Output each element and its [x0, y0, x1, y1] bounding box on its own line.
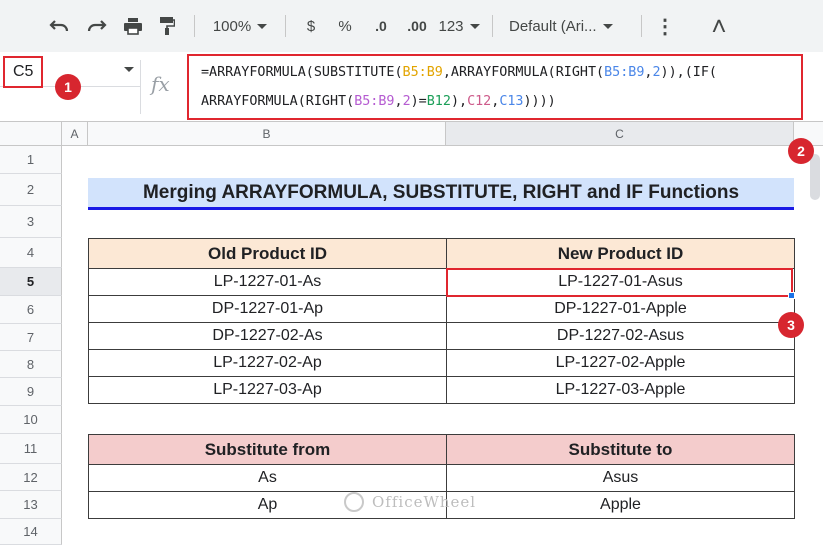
- row-header[interactable]: 7: [0, 324, 62, 351]
- formula-range-ref: B12: [426, 94, 451, 109]
- row-header[interactable]: 8: [0, 351, 62, 378]
- substitute-from-cell[interactable]: As: [88, 464, 447, 492]
- row-header[interactable]: 3: [0, 206, 62, 238]
- row-header[interactable]: 6: [0, 296, 62, 324]
- toolbar-divider: [194, 15, 195, 37]
- paint-format-icon[interactable]: [150, 9, 184, 43]
- new-id-cell[interactable]: LP-1227-02-Apple: [446, 349, 795, 377]
- new-id-cell[interactable]: DP-1227-01-Apple: [446, 295, 795, 323]
- callout-badge-1: 1: [55, 74, 81, 100]
- collapse-toolbar-icon[interactable]: ˄: [694, 9, 744, 43]
- table-row: LP-1227-03-Ap LP-1227-03-Apple: [88, 376, 795, 404]
- toolbar: 100% $ % .0 .00 123 Default (Ari... ⋮ ˄: [0, 0, 823, 52]
- table-row: As Asus: [88, 464, 795, 492]
- formula-range-ref: B5:B9: [354, 94, 395, 109]
- old-id-cell[interactable]: DP-1227-01-Ap: [88, 295, 447, 323]
- select-all-corner[interactable]: [0, 122, 62, 146]
- formula-line-2: ARRAYFORMULA(RIGHT(B5:B9,2)=B12),C12,C13…: [201, 87, 801, 116]
- header-substitute-from[interactable]: Substitute from: [88, 434, 447, 465]
- table-row: DP-1227-01-Ap DP-1227-01-Apple: [88, 295, 795, 323]
- formula-token: )),(IF(: [660, 65, 717, 80]
- watermark-text: OfficeWheel: [372, 493, 477, 511]
- increase-decimal-button[interactable]: .00: [398, 9, 436, 43]
- watermark-logo-icon: [344, 492, 364, 512]
- formula-line-1: =ARRAYFORMULA(SUBSTITUTE(B5:B9,ARRAYFORM…: [201, 58, 801, 87]
- column-header-b[interactable]: B: [88, 122, 446, 146]
- row-header[interactable]: 5: [0, 268, 62, 296]
- new-id-cell[interactable]: LP-1227-03-Apple: [446, 376, 795, 404]
- new-id-cell[interactable]: DP-1227-02-Asus: [446, 322, 795, 350]
- fx-icon: fx: [151, 72, 170, 96]
- row-header[interactable]: 1: [0, 146, 62, 174]
- toolbar-divider: [492, 15, 493, 37]
- print-icon[interactable]: [116, 9, 150, 43]
- formula-token: ),: [450, 94, 468, 109]
- active-cell-highlight: [446, 268, 793, 297]
- formula-range-ref: B5:B9: [402, 65, 443, 80]
- old-id-cell[interactable]: LP-1227-01-As: [88, 268, 447, 296]
- row-header[interactable]: 2: [0, 174, 62, 206]
- sheet-title[interactable]: Merging ARRAYFORMULA, SUBSTITUTE, RIGHT …: [88, 178, 794, 210]
- table-row: LP-1227-02-Ap LP-1227-02-Apple: [88, 349, 795, 377]
- formula-input[interactable]: =ARRAYFORMULA(SUBSTITUTE(B5:B9,ARRAYFORM…: [187, 54, 803, 120]
- toolbar-divider: [641, 15, 642, 37]
- decrease-decimal-button[interactable]: .0: [364, 9, 398, 43]
- more-icon[interactable]: ⋮: [650, 9, 680, 43]
- chevron-down-icon: [257, 23, 268, 29]
- column-header-c[interactable]: C: [446, 122, 794, 146]
- formula-range-ref: C12: [467, 94, 492, 109]
- percent-format-button[interactable]: %: [326, 9, 364, 43]
- row-header[interactable]: 4: [0, 238, 62, 268]
- formula-range-ref: B5:B9: [604, 65, 645, 80]
- number-format-select[interactable]: 123: [436, 9, 482, 43]
- formula-range-ref: C13: [499, 94, 524, 109]
- substitute-to-cell[interactable]: Asus: [446, 464, 795, 492]
- number-format-label: 123: [438, 17, 464, 35]
- formula-token: ARRAYFORMULA(RIGHT(: [201, 94, 355, 109]
- undo-icon[interactable]: [40, 9, 78, 43]
- header-new-product-id[interactable]: New Product ID: [446, 238, 795, 269]
- toolbar-divider: [285, 15, 286, 37]
- vertical-scrollbar[interactable]: [810, 154, 820, 200]
- currency-format-button[interactable]: $: [296, 9, 326, 43]
- callout-badge-2: 2: [788, 138, 814, 164]
- zoom-select[interactable]: 100%: [205, 9, 275, 43]
- row-header[interactable]: 9: [0, 378, 62, 406]
- formula-divider: [140, 60, 141, 114]
- formula-token: =ARRAYFORMULA(SUBSTITUTE(: [201, 65, 403, 80]
- table-row: DP-1227-02-As DP-1227-02-Asus: [88, 322, 795, 350]
- watermark: OfficeWheel: [344, 492, 476, 512]
- spreadsheet-grid[interactable]: A B C 1 2 3 4 5 6 7 8 9 10 11 12 13 14 M…: [0, 122, 823, 545]
- chevron-down-icon: [602, 23, 613, 29]
- font-family-select[interactable]: Default (Ari...: [503, 9, 633, 43]
- formula-token: )))): [523, 94, 556, 109]
- row-header[interactable]: 10: [0, 406, 62, 434]
- row-header[interactable]: 12: [0, 464, 62, 491]
- zoom-value: 100%: [212, 17, 252, 35]
- header-old-product-id[interactable]: Old Product ID: [88, 238, 447, 269]
- formula-token: ,ARRAYFORMULA(RIGHT(: [442, 65, 605, 80]
- chevron-down-icon[interactable]: [124, 67, 134, 72]
- formula-token: )=: [410, 94, 427, 109]
- row-header[interactable]: 13: [0, 491, 62, 519]
- column-header-a[interactable]: A: [62, 122, 88, 146]
- old-id-cell[interactable]: DP-1227-02-As: [88, 322, 447, 350]
- callout-badge-3: 3: [778, 312, 804, 338]
- product-id-table: Old Product ID New Product ID LP-1227-01…: [88, 238, 795, 404]
- formula-range-ref: 2: [652, 65, 661, 80]
- row-header[interactable]: 11: [0, 434, 62, 464]
- old-id-cell[interactable]: LP-1227-03-Ap: [88, 376, 447, 404]
- name-box-value[interactable]: C5: [3, 56, 43, 88]
- old-id-cell[interactable]: LP-1227-02-Ap: [88, 349, 447, 377]
- row-header[interactable]: 14: [0, 519, 62, 545]
- formula-range-ref: 2: [402, 94, 411, 109]
- substitute-to-cell[interactable]: Apple: [446, 491, 795, 519]
- font-family-value: Default (Ari...: [509, 17, 597, 35]
- formula-row: C5 fx =ARRAYFORMULA(SUBSTITUTE(B5:B9,ARR…: [0, 52, 823, 122]
- header-substitute-to[interactable]: Substitute to: [446, 434, 795, 465]
- redo-icon[interactable]: [78, 9, 116, 43]
- formula-token: ,: [394, 94, 403, 109]
- chevron-down-icon: [469, 23, 480, 29]
- fill-handle[interactable]: [788, 292, 795, 299]
